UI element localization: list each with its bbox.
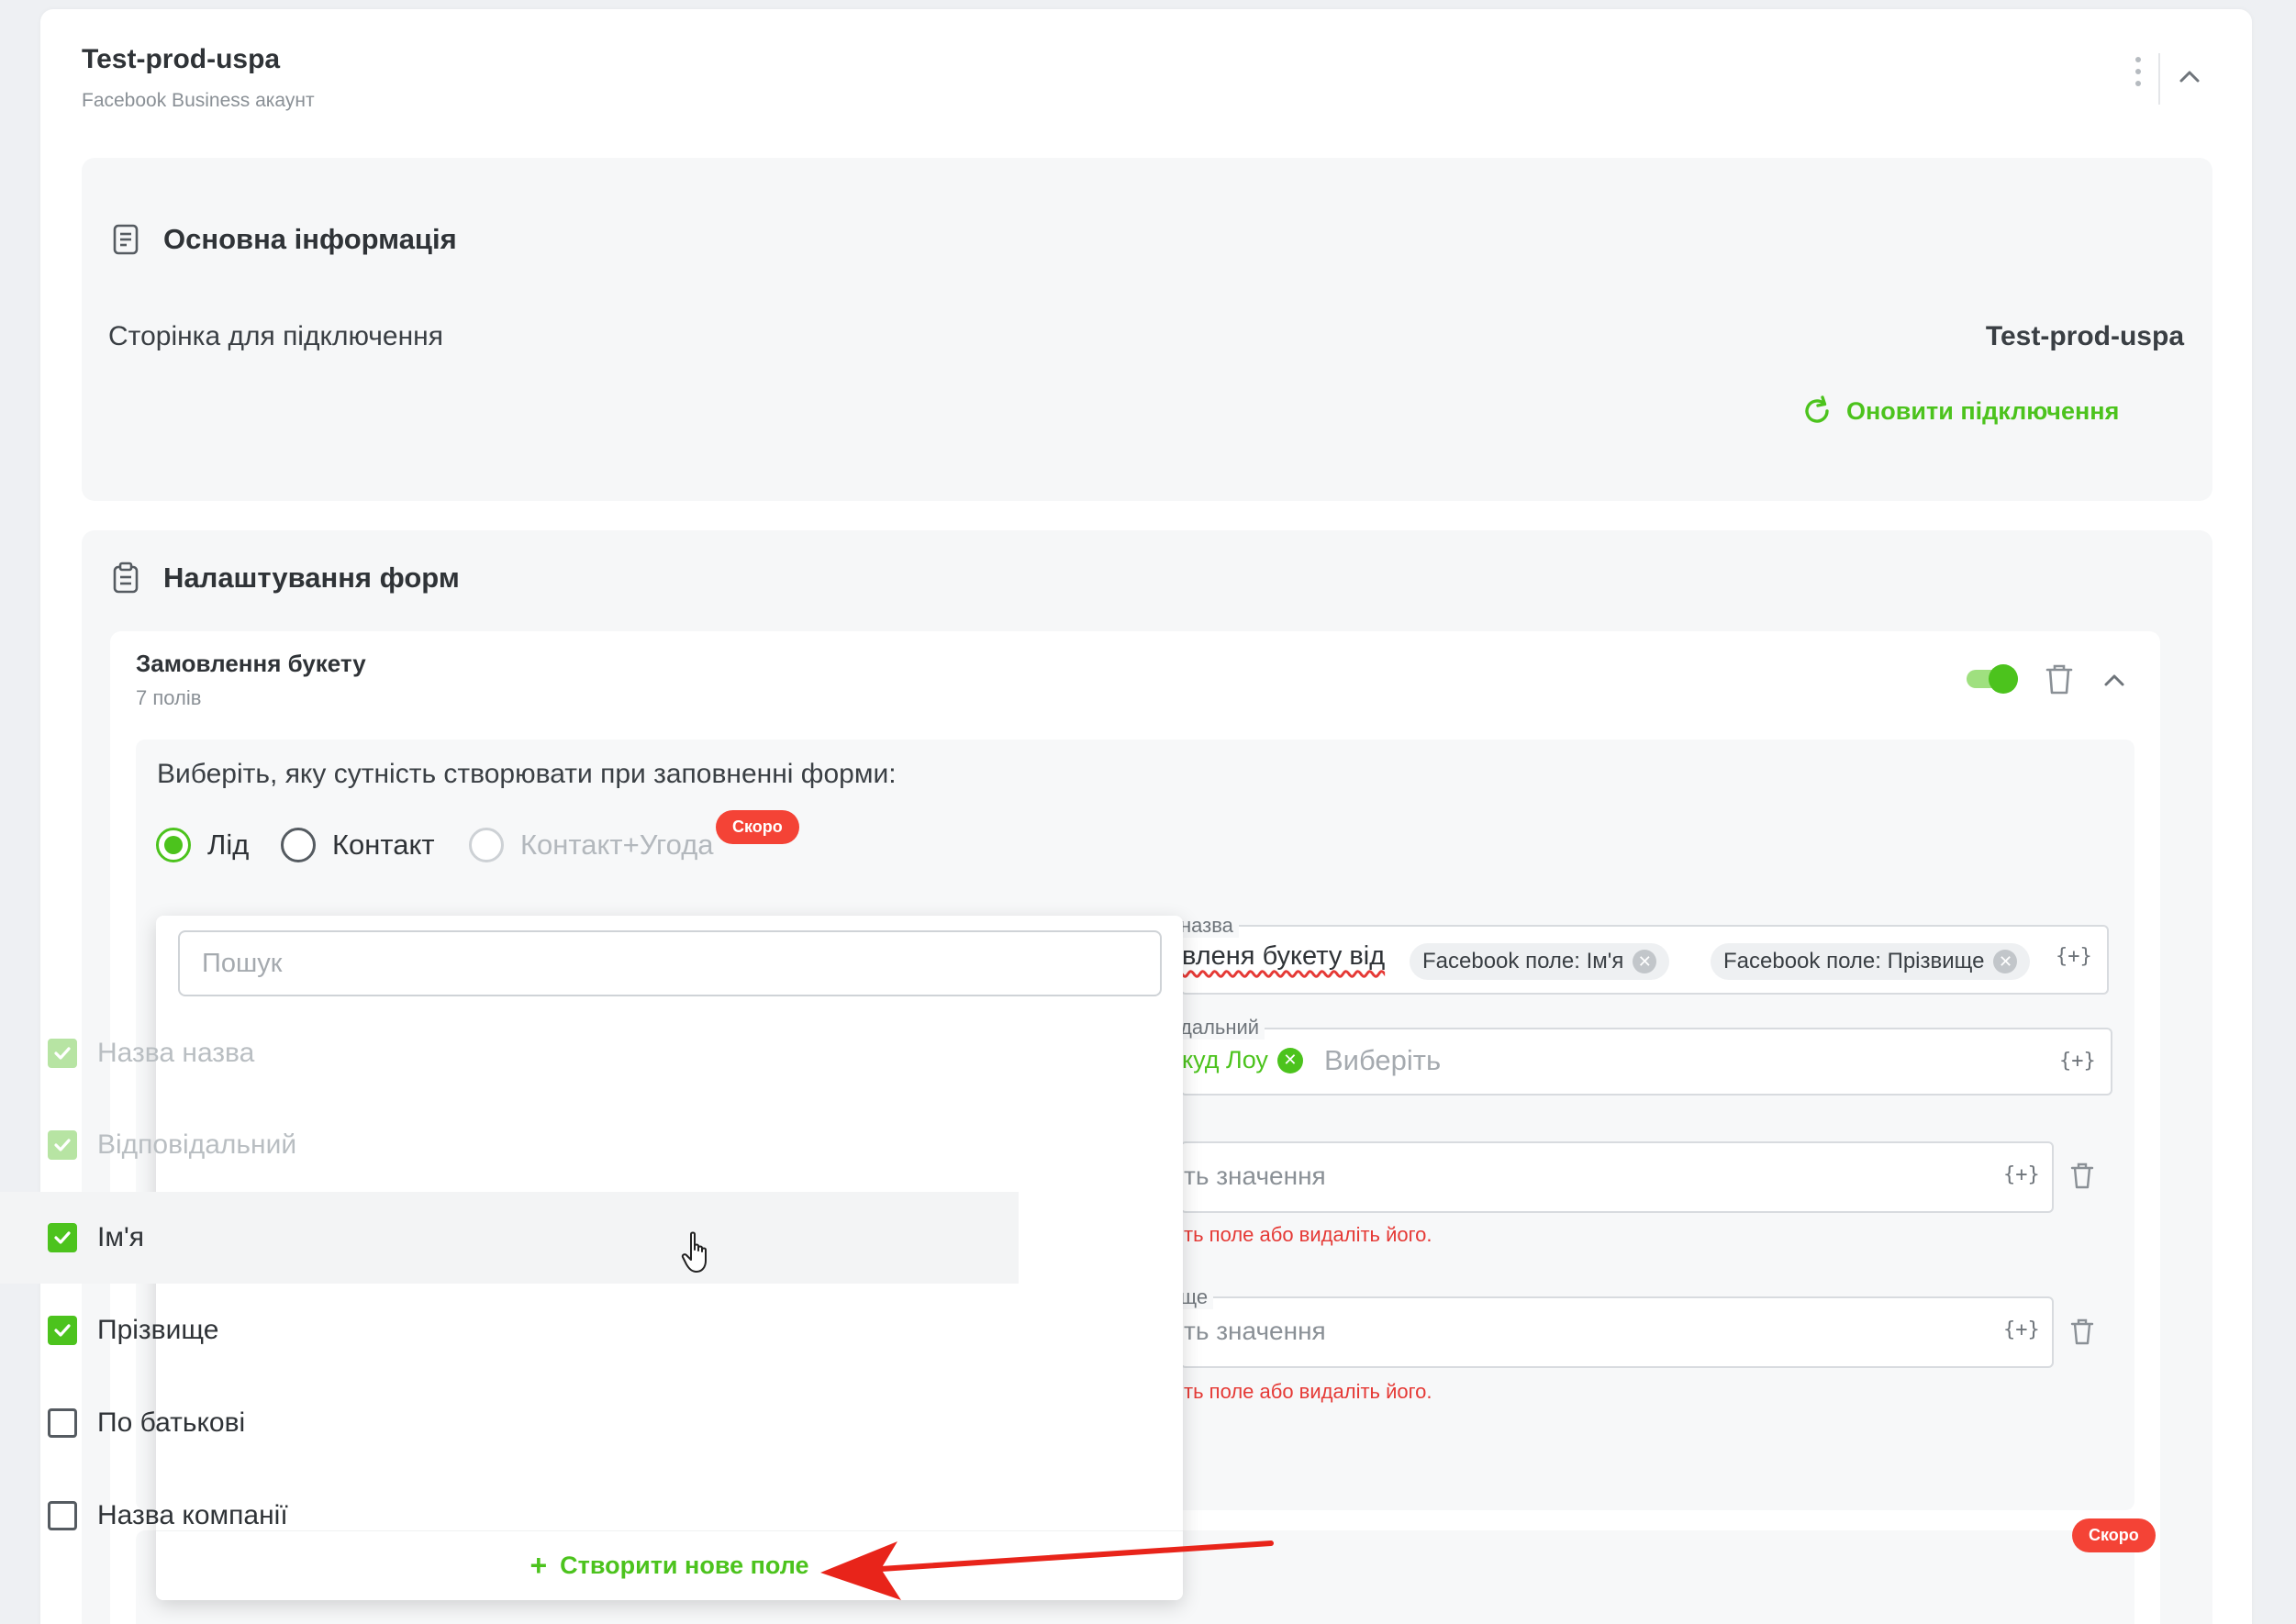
chip-label: Facebook поле: Ім'я [1422, 949, 1624, 973]
radio-contact-label: Контакт [332, 829, 435, 861]
responsible-user-name: куд Лоу [1182, 1046, 1268, 1073]
soon-badge: Скоро [2072, 1518, 2156, 1552]
insert-variable-button[interactable]: {+} [2003, 1318, 2040, 1341]
trash-icon[interactable] [2070, 1162, 2094, 1189]
field-error-message: ть поле або видаліть його. [1184, 1223, 1432, 1246]
chevron-up-icon[interactable] [2101, 668, 2127, 694]
field-error-message: ть поле або видаліть його. [1184, 1380, 1432, 1403]
connection-page-label: Сторінка для підключення [108, 321, 443, 351]
facebook-field-chip[interactable]: Facebook поле: Ім'я ✕ [1410, 943, 1670, 980]
radio-contact-deal-label: Контакт+Угода [520, 829, 714, 861]
responsible-user-tag: куд Лоу ✕ [1182, 1046, 1303, 1074]
option-label: Ім'я [97, 1222, 144, 1252]
refresh-connection-button[interactable]: Оновити підключення [1800, 393, 2119, 429]
check-icon [54, 1231, 71, 1244]
form-field-count: 7 полів [136, 686, 202, 709]
dropdown-option-responsible: Відповідальний [0, 1099, 1019, 1191]
hand-pointer-icon [681, 1231, 707, 1273]
close-circle-icon[interactable]: ✕ [1276, 1047, 1303, 1073]
value-placeholder: ть значення [1184, 1317, 1326, 1345]
dropdown-option-first-name[interactable]: Ім'я [0, 1192, 1019, 1284]
refresh-connection-label: Оновити підключення [1846, 396, 2120, 425]
checkbox [48, 1130, 77, 1160]
checkbox [48, 1039, 77, 1068]
check-icon [54, 1324, 71, 1337]
connection-page-value: Test-prod-uspa [1985, 321, 2184, 351]
chip-label: Facebook поле: Прізвище [1723, 949, 1985, 973]
trash-icon[interactable] [2045, 662, 2074, 695]
annotation-arrow [820, 1541, 1274, 1600]
name-field-label: назва [1175, 914, 1239, 938]
checkbox[interactable] [48, 1408, 77, 1438]
radio-lead[interactable]: Лід [156, 828, 249, 862]
checkbox[interactable] [48, 1501, 77, 1530]
refresh-icon [1805, 395, 1829, 423]
soon-badge: Скоро [716, 810, 799, 844]
checkbox[interactable] [48, 1223, 77, 1252]
radio-contact[interactable]: Контакт [281, 828, 435, 862]
option-label: Відповідальний [97, 1129, 297, 1160]
trash-icon[interactable] [2070, 1318, 2094, 1345]
option-label: Назва компанії [97, 1500, 288, 1530]
facebook-field-chip[interactable]: Facebook поле: Прізвище ✕ [1711, 943, 2031, 980]
section-title-basic-info: Основна інформація [163, 223, 457, 255]
chevron-up-icon[interactable] [2177, 64, 2202, 90]
document-icon [113, 224, 139, 255]
header-divider [2158, 53, 2160, 105]
more-vertical-icon[interactable] [2127, 57, 2149, 101]
close-circle-icon[interactable]: ✕ [1993, 950, 2018, 973]
search-input[interactable] [178, 930, 1162, 996]
account-subtitle: Facebook Business акаунт [82, 90, 315, 111]
option-label: Назва назва [97, 1038, 255, 1068]
check-icon [54, 1139, 71, 1151]
close-circle-icon[interactable]: ✕ [1633, 950, 1657, 973]
section-title-forms-settings: Налаштування форм [163, 562, 460, 594]
responsible-field[interactable] [1180, 1028, 2112, 1096]
insert-variable-button[interactable]: {+} [2059, 1050, 2096, 1073]
name-field-text: вленя букету від [1182, 941, 1386, 971]
radio-contact-deal: Контакт+Угода [469, 828, 714, 862]
checkbox[interactable] [48, 1316, 77, 1345]
value-placeholder: ть значення [1184, 1162, 1326, 1190]
form-name: Замовлення букету [136, 650, 366, 677]
check-icon [54, 1047, 71, 1060]
dropdown-option-patronymic[interactable]: По батькові [0, 1377, 1019, 1469]
insert-variable-button[interactable]: {+} [2003, 1163, 2040, 1186]
clipboard-icon [113, 562, 139, 594]
dropdown-option-surname[interactable]: Прізвище [0, 1285, 1019, 1376]
insert-variable-button[interactable]: {+} [2056, 945, 2092, 968]
option-label: По батькові [97, 1407, 246, 1438]
responsible-field-label: дальний [1175, 1016, 1265, 1040]
responsible-placeholder: Виберіть [1324, 1044, 1442, 1076]
dropdown-option-name: Назва назва [0, 1007, 1019, 1099]
account-title: Test-prod-uspa [82, 44, 281, 74]
radio-lead-label: Лід [207, 829, 250, 861]
form-enabled-toggle[interactable] [1967, 664, 2018, 694]
entity-question: Виберіть, яку сутність створювати при за… [157, 759, 897, 789]
option-label: Прізвище [97, 1315, 219, 1345]
